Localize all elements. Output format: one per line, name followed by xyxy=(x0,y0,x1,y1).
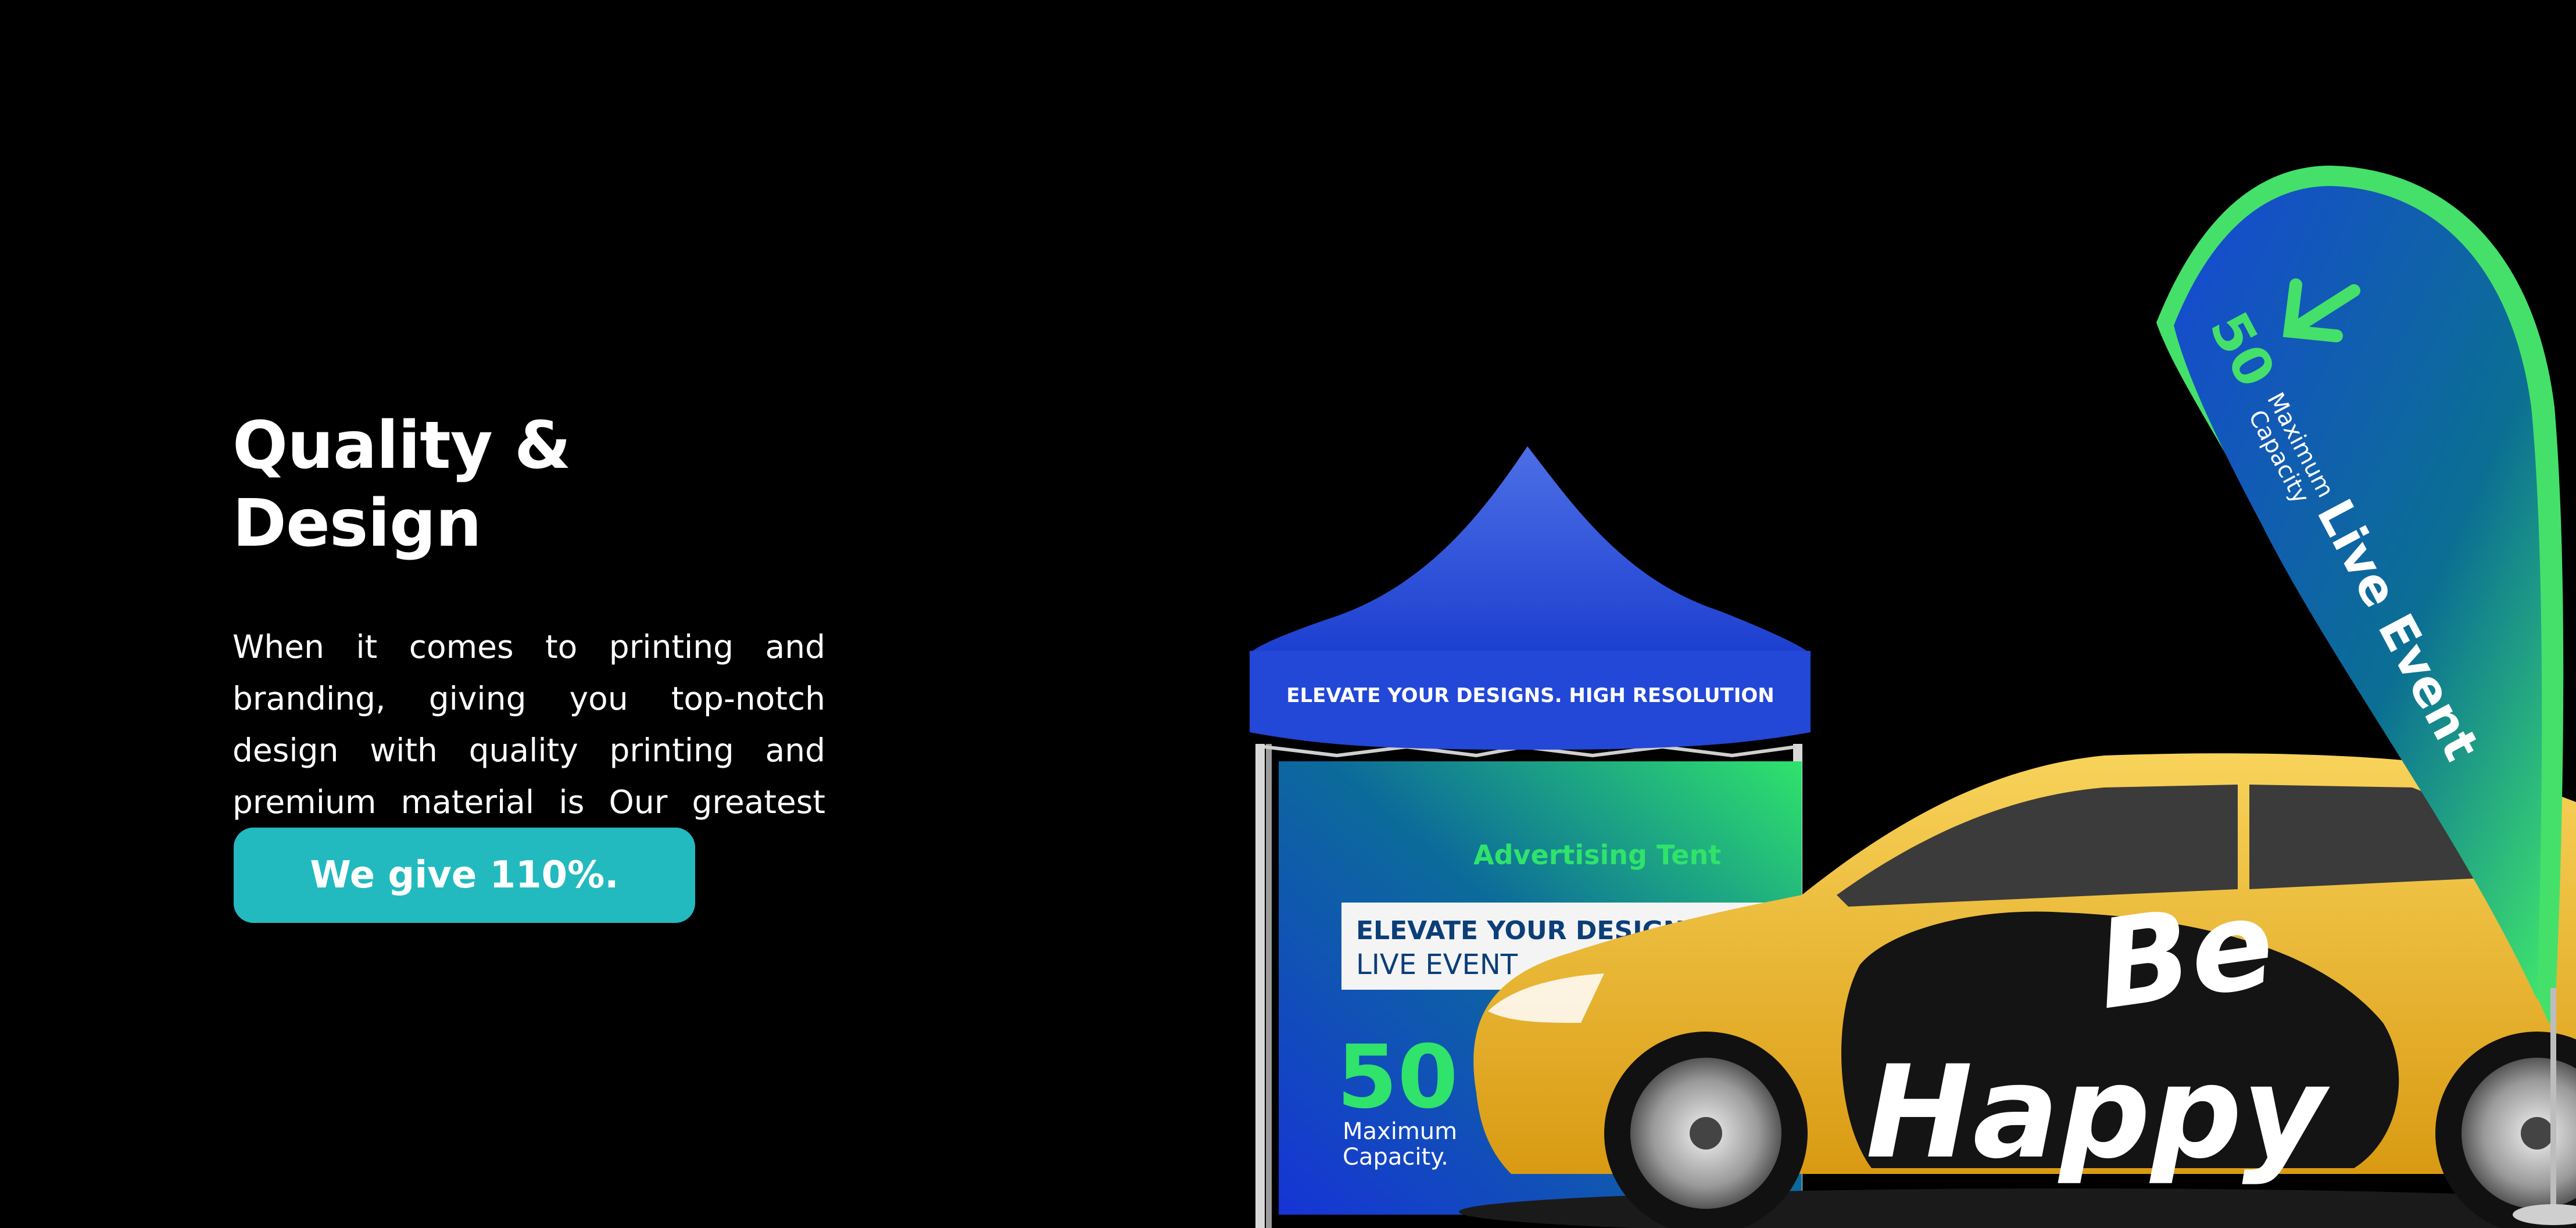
hero-title: Quality & Design xyxy=(232,408,571,562)
tent-capacity-number: 50 xyxy=(1337,1027,1458,1128)
tent-panel-line1: ELEVATE YOUR DESIGNS xyxy=(1356,916,1703,946)
flag-fabric xyxy=(2174,186,2542,1000)
tent-panel-banner xyxy=(1341,903,1806,990)
flag-pole xyxy=(2550,988,2556,1220)
car-wrap-text-happy: Happy xyxy=(1866,1038,2331,1187)
car-rear-wheel xyxy=(2435,1032,2576,1228)
tent-capacity-label-1: Maximum xyxy=(1343,1118,1457,1145)
hero-copy: Quality & Design When it comes to printi… xyxy=(232,407,825,880)
branded-car: Be Happy xyxy=(1459,753,2576,1228)
tent-canopy-roof xyxy=(1250,446,1811,654)
flag-capacity-label-1: Maximum xyxy=(2262,388,2339,502)
car-body xyxy=(1473,753,2576,1174)
feather-flag: 50 Maximum Capacity Live Event xyxy=(2156,166,2576,1225)
flag-capacity-number: 50 xyxy=(2198,302,2288,397)
cta-button[interactable]: We give 110%. xyxy=(234,828,695,923)
tent-frame-truss xyxy=(1264,744,1797,758)
car-wrap-graphic-backdrop xyxy=(1841,911,2399,1168)
flag-base xyxy=(2513,1204,2576,1225)
tent-leg-right xyxy=(1793,744,1802,1197)
flag-border xyxy=(2156,166,2564,1023)
tent-side-panel xyxy=(1279,761,1802,1215)
car-front-wheel xyxy=(1604,1032,1808,1228)
tent-canopy-valance xyxy=(1250,651,1811,750)
car-rear-window xyxy=(2249,785,2493,889)
tent-panel-heading: Advertising Tent xyxy=(1473,839,1721,871)
car-headlight xyxy=(1488,973,1604,1023)
car-wrap-text-be: Be xyxy=(2088,872,2282,1037)
tent-leg-left xyxy=(1255,744,1265,1228)
flag-capacity-label-2: Capacity xyxy=(2243,406,2314,508)
flag-event-text: Live Event xyxy=(2306,490,2491,769)
tent-capacity-label-2: Capacity. xyxy=(1343,1144,1448,1170)
arrow-down-left-icon xyxy=(2282,278,2360,342)
tent-canopy-text: ELEVATE YOUR DESIGNS. HIGH RESOLUTION xyxy=(1286,684,1774,707)
car-front-window xyxy=(1837,785,2238,907)
tent-panel-line2: LIVE EVENT xyxy=(1356,948,1518,981)
advertising-tent: Advertising Tent ELEVATE YOUR DESIGNS LI… xyxy=(1250,446,1811,1228)
